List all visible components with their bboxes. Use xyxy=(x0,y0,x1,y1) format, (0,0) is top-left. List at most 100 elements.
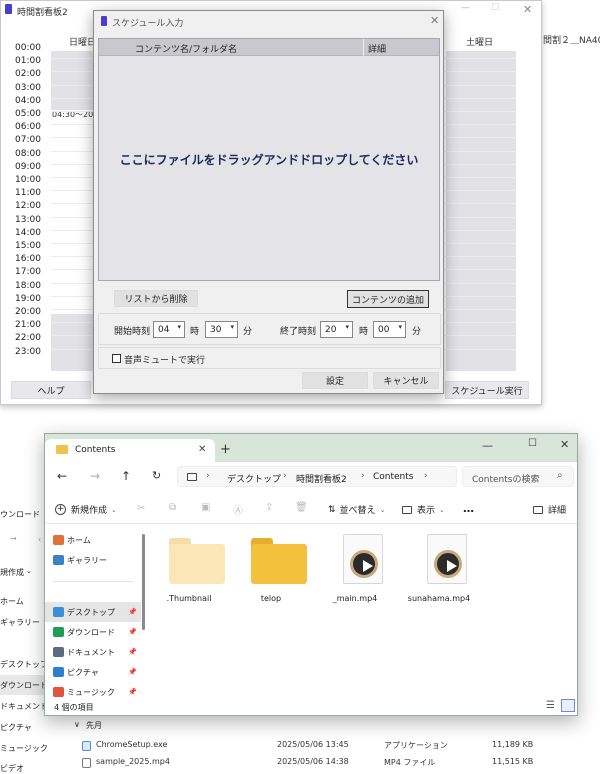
run-schedule-button[interactable]: スケジュール実行 xyxy=(445,381,529,399)
minimize-icon[interactable]: — xyxy=(461,3,470,13)
sidebar-item-label: ミュージック xyxy=(67,687,115,697)
maximize-icon[interactable]: ☐ xyxy=(491,3,499,13)
folder-item[interactable]: .Thumbnail xyxy=(149,532,229,612)
help-button[interactable]: ヘルプ xyxy=(11,381,91,399)
sort-button-label: 並べ替え xyxy=(339,506,376,516)
bg-nav-downloads[interactable]: ダウンロード xyxy=(0,680,48,691)
column-header-name[interactable]: コンテンツ名/フォルダ名 xyxy=(135,42,237,55)
column-header-detail[interactable]: 詳細 xyxy=(368,42,386,55)
dialog-close-icon[interactable]: ✕ xyxy=(430,14,439,27)
back-icon[interactable]: ← xyxy=(57,469,67,483)
up-icon[interactable]: ↑ xyxy=(121,469,131,483)
bg-nav-desktop[interactable]: デスクトップ xyxy=(0,659,48,670)
pin-icon[interactable]: 📌 xyxy=(128,668,137,676)
new-tab-icon[interactable]: + xyxy=(220,442,231,457)
folder-item[interactable]: telop xyxy=(231,532,311,612)
list-view-icon[interactable]: ☰ xyxy=(546,700,555,711)
group-chevron-icon[interactable]: ∨ xyxy=(74,720,80,729)
breadcrumb-expand-icon[interactable]: › xyxy=(424,471,428,481)
schedule-input-dialog: スケジュール入力 ✕ コンテンツ名/フォルダ名 詳細 ここにファイルをドラッグア… xyxy=(93,10,444,394)
start-minute-select[interactable]: 30 ▾ xyxy=(205,321,238,338)
add-content-button[interactable]: コンテンツの追加 xyxy=(347,290,429,308)
minimize-icon[interactable]: — xyxy=(482,439,493,452)
paste-icon[interactable]: ▣ xyxy=(201,502,210,513)
search-input[interactable]: Contentsの検索 ⌕ xyxy=(462,466,574,487)
sidebar-item[interactable]: ホーム xyxy=(45,530,141,550)
sidebar-item[interactable]: ギャラリー xyxy=(45,550,141,570)
chevron-down-icon: ⌄ xyxy=(379,505,386,514)
end-hour-select[interactable]: 20 ▾ xyxy=(320,321,353,338)
tile-view-icon[interactable] xyxy=(561,699,575,712)
sidebar-item-label: ダウンロード xyxy=(67,627,115,637)
more-options-icon[interactable]: … xyxy=(463,502,474,515)
sidebar-item[interactable]: ダウンロード 📌 xyxy=(45,622,141,642)
bg-nav-documents[interactable]: ドキュメント xyxy=(0,701,48,712)
bg-file-name: sample_2025.mp4 xyxy=(96,757,170,766)
bg-file-name: ChromeSetup.exe xyxy=(96,740,168,749)
bg-nav-home[interactable]: ホーム xyxy=(0,596,24,607)
nav-scrollbar[interactable] xyxy=(142,534,145,630)
tab-close-icon[interactable]: ✕ xyxy=(198,444,206,455)
command-bar: + 新規作成 ⌄ ✂ ⧉ ▣ Ⓐ ⇪ 🗑 ⇅ 並べ替え ⌄ 表示 ⌄ … 詳細 xyxy=(45,494,577,524)
file-name: telop xyxy=(260,594,282,603)
rename-icon[interactable]: Ⓐ xyxy=(233,502,243,517)
mute-checkbox[interactable] xyxy=(112,354,121,363)
refresh-icon[interactable]: ↻ xyxy=(152,469,161,482)
bg-nav-gallery[interactable]: ギャラリー xyxy=(0,617,40,628)
pin-icon[interactable]: 📌 xyxy=(128,608,137,616)
close-icon[interactable]: ✕ xyxy=(523,3,532,16)
end-hour-value: 20 xyxy=(325,324,337,335)
copy-icon[interactable]: ⧉ xyxy=(169,502,176,513)
breadcrumb-contents[interactable]: Contents xyxy=(373,472,413,482)
tab-contents[interactable]: Contents ✕ xyxy=(45,439,215,462)
folder-icon xyxy=(56,445,68,454)
close-icon[interactable]: ✕ xyxy=(560,438,569,451)
file-item[interactable]: sunahama.mp4 xyxy=(399,532,479,612)
bg-file-type: アプリケーション xyxy=(384,741,448,750)
sidebar-item-label: ギャラリー xyxy=(67,555,107,565)
bg-back-icon[interactable]: → xyxy=(10,534,17,543)
details-pane-button[interactable]: 詳細 xyxy=(533,503,566,516)
start-hour-select[interactable]: 04 ▾ xyxy=(153,321,185,338)
share-icon[interactable]: ⇪ xyxy=(265,502,273,513)
time-label: 23:00 xyxy=(15,346,41,357)
pin-icon[interactable]: 📌 xyxy=(128,688,137,696)
new-button[interactable]: + 新規作成 ⌄ xyxy=(55,503,117,516)
remove-from-list-button[interactable]: リストから削除 xyxy=(114,290,198,307)
address-bar[interactable]: › デスクトップ › 時間割看板2 › Contents › xyxy=(177,466,457,487)
mute-label: 音声ミュートで実行 xyxy=(124,356,206,366)
breadcrumb-app-folder[interactable]: 時間割看板2 xyxy=(296,472,347,485)
breadcrumb-desktop[interactable]: デスクトップ xyxy=(227,472,281,485)
bg-new-button[interactable]: 規作成 xyxy=(0,567,24,578)
sidebar-item[interactable]: ミュージック 📌 xyxy=(45,682,141,702)
bg-nav-videos[interactable]: ビデオ xyxy=(0,763,24,774)
cancel-button[interactable]: キャンセル xyxy=(373,372,439,389)
play-icon xyxy=(350,550,378,578)
pin-icon[interactable]: 📌 xyxy=(128,628,137,636)
time-label: 10:00 xyxy=(15,175,41,185)
maximize-icon[interactable]: ☐ xyxy=(528,438,537,449)
delete-icon[interactable]: 🗑 xyxy=(295,502,308,513)
content-list[interactable]: コンテンツ名/フォルダ名 詳細 ここにファイルをドラッグアンドドロップしてくださ… xyxy=(98,38,440,281)
drop-hint: ここにファイルをドラッグアンドドロップしてください xyxy=(119,153,419,167)
bg-nav-music[interactable]: ミュージック xyxy=(0,743,48,754)
bg-file-size: 11,189 KB xyxy=(492,740,534,749)
view-button[interactable]: 表示 ⌄ xyxy=(402,503,445,516)
file-item[interactable]: _main.mp4 xyxy=(315,532,395,612)
pin-icon[interactable]: 📌 xyxy=(128,648,137,656)
sidebar-item[interactable]: ドキュメント 📌 xyxy=(45,642,141,662)
forward-icon[interactable]: → xyxy=(90,469,100,483)
end-minute-select[interactable]: 00 ▾ xyxy=(373,321,406,338)
sidebar-item-label: ピクチャ xyxy=(67,667,99,677)
time-label: 03:00 xyxy=(15,82,41,93)
sidebar-item[interactable]: ピクチャ 📌 xyxy=(45,662,141,682)
bg-nav-pictures[interactable]: ピクチャ xyxy=(0,722,32,733)
sidebar-item[interactable]: デスクトップ 📌 xyxy=(45,602,141,622)
bg-file-row[interactable]: sample_2025.mp4 2025/05/06 14:38 MP4 ファイ… xyxy=(60,754,600,772)
window-title: 時間割看板2 xyxy=(17,8,68,18)
set-button[interactable]: 設定 xyxy=(302,372,368,389)
sort-button[interactable]: ⇅ 並べ替え ⌄ xyxy=(328,503,386,517)
cut-icon[interactable]: ✂ xyxy=(137,503,145,514)
end-minute-value: 00 xyxy=(378,324,390,335)
bg-file-row[interactable]: ChromeSetup.exe 2025/05/06 13:45 アプリケーショ… xyxy=(60,737,600,755)
